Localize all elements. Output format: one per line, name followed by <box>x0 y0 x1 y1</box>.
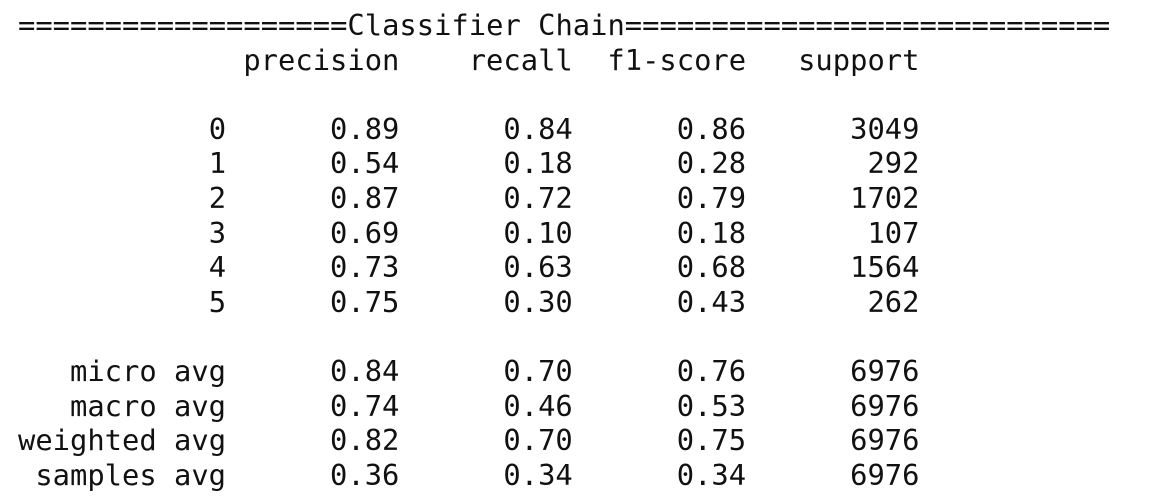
report-title-rule: ===================Classifier Chain=====… <box>18 8 1111 42</box>
recall-value: 0.10 <box>503 215 573 250</box>
recall-value: 0.72 <box>503 180 573 215</box>
f1-score-value: 0.79 <box>676 180 747 215</box>
precision-value: 0.74 <box>330 388 400 423</box>
precision-value: 0.89 <box>330 111 400 146</box>
support-value: 1702 <box>850 180 920 215</box>
f1-score-value: 0.18 <box>676 215 747 250</box>
column-header-precision: precision <box>243 42 400 77</box>
support-value: 292 <box>867 146 920 181</box>
recall-value: 0.63 <box>503 250 573 285</box>
support-value: 6976 <box>850 423 920 458</box>
table-row: 0 0.89 0.84 0.86 3049 <box>18 112 1110 147</box>
support-value: 6976 <box>850 388 920 423</box>
table-row: 3 0.69 0.10 0.18 107 <box>18 216 1110 251</box>
recall-value: 0.70 <box>503 353 573 388</box>
precision-value: 0.54 <box>330 146 400 181</box>
row-label: 1 <box>208 146 227 181</box>
precision-value: 0.73 <box>330 250 400 285</box>
row-label: 3 <box>208 215 227 250</box>
recall-value: 0.34 <box>503 457 573 492</box>
f1-score-value: 0.86 <box>676 111 747 146</box>
precision-value: 0.75 <box>330 284 400 319</box>
row-label: 0 <box>208 111 227 146</box>
classification-report: ===================Classifier Chain=====… <box>18 8 1110 492</box>
f1-score-value: 0.34 <box>676 457 747 492</box>
recall-value: 0.46 <box>503 388 573 423</box>
avg-row: macro avg 0.74 0.46 0.53 6976 <box>18 389 1110 424</box>
table-row: 4 0.73 0.63 0.68 1564 <box>18 250 1110 285</box>
f1-score-value: 0.43 <box>676 284 747 319</box>
f1-score-value: 0.68 <box>676 250 747 285</box>
precision-value: 0.84 <box>330 353 400 388</box>
support-value: 6976 <box>850 457 920 492</box>
precision-value: 0.69 <box>330 215 400 250</box>
f1-score-value: 0.53 <box>676 388 747 423</box>
precision-value: 0.87 <box>330 180 400 215</box>
support-value: 107 <box>867 215 920 250</box>
row-label: weighted avg <box>18 423 227 458</box>
column-header-recall: recall <box>468 42 573 77</box>
recall-value: 0.84 <box>503 111 573 146</box>
table-row: 2 0.87 0.72 0.79 1702 <box>18 181 1110 216</box>
table-row: 1 0.54 0.18 0.28 292 <box>18 146 1110 181</box>
column-header-support: support <box>798 42 920 77</box>
row-label: micro avg <box>69 353 227 388</box>
f1-score-value: 0.28 <box>676 146 747 181</box>
row-label: macro avg <box>69 388 227 423</box>
recall-value: 0.70 <box>503 423 573 458</box>
f1-score-value: 0.75 <box>676 423 747 458</box>
table-row: 5 0.75 0.30 0.43 262 <box>18 285 1110 320</box>
column-header-f1-score: f1-score <box>607 42 747 77</box>
support-value: 1564 <box>850 250 920 285</box>
precision-value: 0.36 <box>330 457 400 492</box>
precision-value: 0.82 <box>330 423 400 458</box>
avg-row: micro avg 0.84 0.70 0.76 6976 <box>18 354 1110 389</box>
support-value: 3049 <box>850 111 920 146</box>
row-label: 4 <box>208 250 227 285</box>
row-label: 5 <box>208 284 227 319</box>
support-value: 6976 <box>850 353 920 388</box>
avg-row: weighted avg 0.82 0.70 0.75 6976 <box>18 423 1110 458</box>
avg-row: samples avg 0.36 0.34 0.34 6976 <box>18 458 1110 493</box>
row-label: samples avg <box>35 457 227 492</box>
row-label: 2 <box>208 180 227 215</box>
recall-value: 0.18 <box>503 146 573 181</box>
f1-score-value: 0.76 <box>676 353 747 388</box>
report-header-row: precision recall f1-score support <box>18 43 1110 78</box>
recall-value: 0.30 <box>503 284 573 319</box>
support-value: 262 <box>867 284 920 319</box>
